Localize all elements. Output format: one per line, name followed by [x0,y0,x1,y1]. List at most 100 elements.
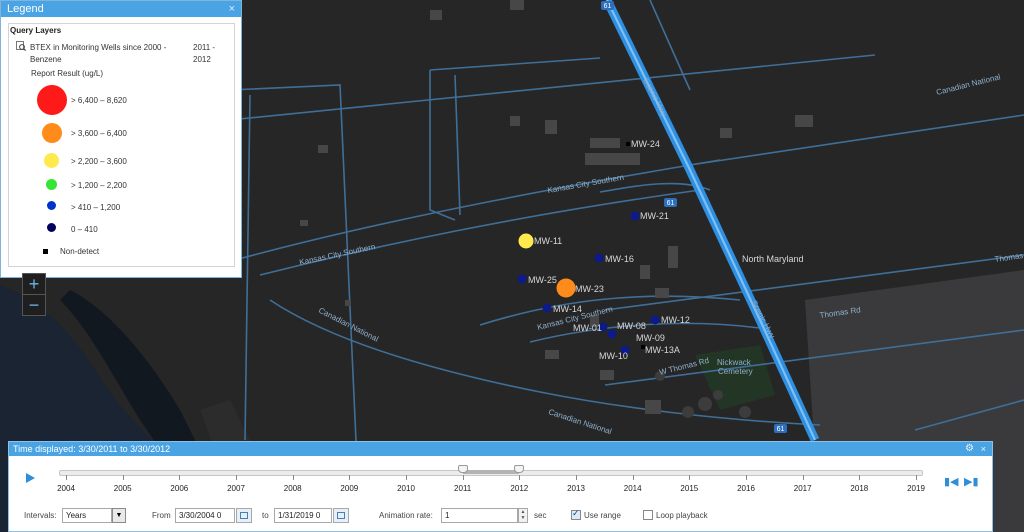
legend-class-label: > 410 – 1,200 [71,203,121,212]
year-tick [66,475,67,480]
time-slider-range [462,470,520,474]
from-label: From [152,511,171,520]
well-label: MW-25 [528,275,557,285]
close-icon[interactable]: × [981,442,986,456]
year-label: 2007 [227,484,245,493]
play-button[interactable] [26,473,35,483]
year-label: 2018 [850,484,869,493]
intervals-select[interactable]: Years [62,508,112,523]
legend-class-label: 0 – 410 [71,225,98,234]
use-range-checkbox[interactable] [571,508,581,520]
range-start-thumb[interactable] [457,465,468,473]
well-label: MW-13A [645,345,680,355]
well-label: MW-24 [631,139,660,149]
well-marker[interactable] [650,315,660,325]
legend-class-label: > 2,200 – 3,600 [71,157,127,166]
year-tick [576,475,577,480]
year-tick [916,475,917,480]
layer-query-icon [16,41,26,51]
legend-symbol [44,153,59,168]
well-marker[interactable] [518,233,534,249]
year-tick [859,475,861,480]
legend-symbol [46,179,57,190]
animation-rate-label: Animation rate: [379,511,433,520]
year-label: 2017 [793,484,812,493]
year-tick [236,475,237,480]
well-marker[interactable] [517,274,527,284]
well-label: MW-23 [575,284,604,294]
time-slider-header: Time displayed: 3/30/2011 to 3/30/2012 ⚙… [9,442,992,456]
previous-button[interactable]: ▮◀ [944,475,959,488]
year-label: 2014 [623,484,642,493]
svg-text:61: 61 [604,3,612,10]
legend-header[interactable]: Legend × [1,1,241,17]
legend-symbol [43,249,48,254]
year-tick [349,475,351,480]
legend-title: Legend [7,3,44,15]
well-marker[interactable] [626,142,630,146]
well-marker[interactable] [630,211,640,221]
calendar-icon[interactable] [236,508,252,523]
zoom-out-button[interactable]: − [22,294,46,316]
year-label: 2011 [454,484,472,493]
next-button[interactable]: ▶▮ [964,475,979,488]
year-label: 2008 [283,484,302,493]
year-label: 2009 [340,484,359,493]
year-label: 2006 [170,484,189,493]
year-tick [802,475,804,480]
year-tick [292,475,294,480]
legend-symbol [42,123,62,143]
place-label: North Maryland [742,254,804,264]
well-label: MW-11 [534,236,562,246]
year-tick [746,475,747,480]
legend-class-label: > 6,400 – 8,620 [71,96,127,105]
from-date-input[interactable]: 3/30/2004 0 [175,508,235,523]
year-label: 2016 [737,484,755,493]
legend-panel: Legend × Query Layers BTEX in Monitoring… [0,0,242,278]
well-label: MW-09 [636,333,665,343]
year-tick [689,475,691,480]
chevron-down-icon[interactable]: ▼ [112,508,126,523]
legend-section-title: Query Layers [10,26,62,35]
well-marker[interactable] [556,278,576,298]
well-label: MW-01 [573,323,602,333]
well-marker[interactable] [594,253,604,263]
time-displayed-label: Time displayed: 3/30/2011 to 3/30/2012 [13,444,171,454]
place-label: Cemetery [718,367,753,376]
gear-icon[interactable]: ⚙ [965,442,974,456]
well-label: MW-12 [661,315,690,325]
well-marker[interactable] [607,329,617,339]
close-icon[interactable]: × [229,1,235,17]
calendar-icon[interactable] [333,508,349,523]
svg-text:61: 61 [667,200,675,207]
year-tick [406,475,407,480]
well-label: MW-14 [553,304,582,314]
year-label: 2015 [680,484,699,493]
time-slider-panel: Time displayed: 3/30/2011 to 3/30/2012 ⚙… [8,441,993,532]
legend-layer-name: BTEX in Monitoring Wells since 2000 - Be… [30,43,167,64]
well-label: MW-10 [599,351,628,361]
place-label: Nickwack [717,358,752,367]
legend-class-label: Non-detect [60,247,100,256]
legend-field-name: Report Result (ug/L) [31,69,104,78]
to-date-input[interactable]: 1/31/2019 0 [274,508,332,523]
loop-playback-checkbox[interactable] [643,510,653,520]
sec-label: sec [534,511,547,520]
legend-class-label: > 1,200 – 2,200 [71,181,127,190]
year-tick [632,475,634,480]
animation-rate-input[interactable]: 1 [441,508,518,523]
use-range-label: Use range [584,511,621,520]
zoom-in-button[interactable]: + [22,273,46,295]
range-end-thumb[interactable] [514,465,525,473]
year-tick [462,475,464,480]
year-label: 2013 [567,484,585,493]
svg-text:61: 61 [777,426,785,433]
well-marker[interactable] [542,303,552,313]
intervals-label: Intervals: [24,511,57,520]
year-tick [122,475,124,480]
year-label: 2005 [113,484,132,493]
legend-symbol [47,223,56,232]
well-label: MW-08 [617,321,646,331]
legend-class-label: > 3,600 – 6,400 [71,129,127,138]
spinner-arrows-icon[interactable]: ▲ ▼ [518,508,528,523]
